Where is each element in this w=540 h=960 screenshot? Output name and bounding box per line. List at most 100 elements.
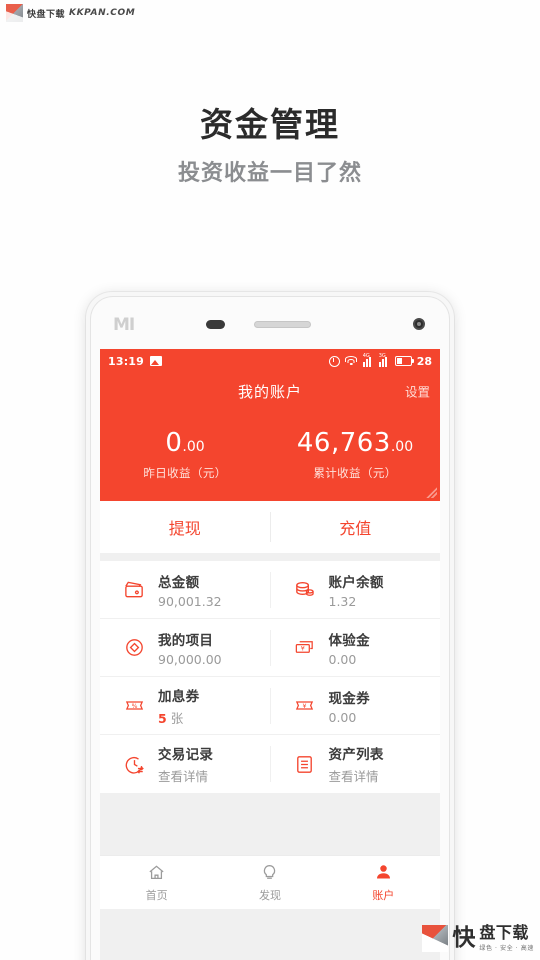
account-grid: 总金额 90,001.32 账户余额 1.32 我的项目 90,000.00 ¥… (100, 561, 440, 793)
watermark-pan-text: 盘下载 (479, 923, 529, 942)
total-amount-integer: 46,763 (296, 427, 391, 458)
grid-item-value: 0.00 (328, 709, 357, 725)
grid-item-title: 资产列表 (328, 747, 384, 763)
proximity-sensor-icon (413, 318, 425, 330)
watermark-en-text: KKPAN.COM (69, 8, 136, 18)
watermark-tagline: 绿色 · 安全 · 高速 (479, 945, 534, 952)
content-filler (100, 793, 440, 855)
coins-icon (293, 578, 317, 602)
grid-item-value: 0.00 (328, 651, 357, 667)
page-title: 资金管理 (200, 105, 340, 144)
grid-item-asset-list[interactable]: 资产列表 查看详情 (271, 743, 441, 785)
grid-item-value: 1.32 (328, 593, 357, 609)
watermark-top-left: 快盘下载 KKPAN.COM (6, 4, 135, 22)
settings-button[interactable]: 设置 (405, 382, 430, 401)
app-header: 我的账户 设置 (100, 373, 440, 409)
grid-item-transaction-records[interactable]: 交易记录 查看详情 (100, 743, 270, 785)
grid-item-value: 查看详情 (328, 769, 379, 784)
kkpan-logo-icon (6, 4, 23, 22)
resize-handle-icon (426, 487, 437, 498)
recharge-button[interactable]: 充值 (271, 515, 441, 539)
home-icon (147, 862, 166, 883)
grid-item-title: 我的项目 (158, 632, 214, 649)
grid-item-title: 账户余额 (328, 574, 384, 591)
battery-level-text: 28 (416, 354, 432, 368)
yesterday-amount-integer: 0 (165, 427, 183, 458)
balance-card-yesterday: 0.00 昨日收益（元） (100, 430, 270, 481)
grid-item-my-projects[interactable]: 我的项目 90,000.00 (100, 629, 270, 667)
grid-item-account-balance[interactable]: 账户余额 1.32 (271, 571, 441, 609)
status-time: 13:19 (108, 354, 145, 368)
grid-item-value: 90,001.32 (158, 593, 222, 609)
page-subtitle: 投资收益一目了然 (177, 161, 362, 186)
balance-panel: 0.00 昨日收益（元） 46,763.00 累计收益（元） (100, 409, 440, 501)
mi-logo-icon: MI (113, 315, 135, 335)
diamond-target-icon (122, 636, 146, 660)
grid-item-value: 90,000.00 (158, 651, 222, 667)
clock-history-icon (122, 752, 146, 776)
nav-item-discover[interactable]: 发现 (213, 862, 326, 903)
withdraw-button[interactable]: 提现 (100, 515, 270, 539)
image-icon (150, 356, 163, 366)
grid-item-value: 查看详情 (158, 769, 209, 784)
grid-item-title: 加息券 (158, 688, 200, 705)
nav-item-home[interactable]: 首页 (100, 862, 213, 903)
grid-item-interest-coupon[interactable]: % 加息券 5 张 (100, 685, 270, 727)
grid-item-experience-fund[interactable]: ¥ 体验金 0.00 (271, 629, 441, 667)
wifi-icon (345, 356, 358, 366)
yesterday-amount-decimal: .00 (182, 438, 205, 455)
nav-label: 首页 (145, 889, 168, 902)
percent-coupon-icon: % (122, 694, 146, 718)
signal-4g-icon: 4G (362, 352, 374, 367)
total-amount-decimal: .00 (390, 438, 414, 455)
yuan-voucher-icon: ¥ (293, 636, 317, 660)
signal-4g-label: 4G (362, 352, 370, 359)
battery-icon (394, 356, 414, 366)
signal-3g-icon: 3G (378, 352, 390, 367)
phone-mockup: MI 13:19 4G 3G 28 我的账户 设置 0.00 昨日收益（元） 4… (86, 292, 454, 960)
yesterday-amount-label: 昨日收益（元） (143, 465, 227, 480)
earpiece-speaker-icon (254, 321, 311, 328)
grid-item-value: 5 张 (158, 708, 199, 727)
grid-row: 我的项目 90,000.00 ¥ 体验金 0.00 (100, 619, 440, 677)
front-camera-icon (206, 320, 225, 329)
grid-item-total-amount[interactable]: 总金额 90,001.32 (100, 571, 270, 609)
grid-row: 总金额 90,001.32 账户余额 1.32 (100, 561, 440, 619)
balance-card-total: 46,763.00 累计收益（元） (270, 430, 440, 481)
grid-item-cash-coupon[interactable]: ¥ 现金券 0.00 (271, 687, 441, 725)
svg-text:%: % (131, 703, 137, 710)
phone-top-bezel: MI (91, 297, 449, 349)
wallet-icon (122, 578, 146, 602)
grid-item-title: 体验金 (328, 632, 370, 649)
bottom-nav: 首页 发现 账户 (100, 855, 440, 909)
coupon-count: 5 (158, 710, 167, 726)
section-gap (100, 553, 440, 561)
alarm-icon (328, 355, 340, 367)
nav-label: 账户 (372, 889, 395, 902)
coupon-unit: 张 (170, 710, 184, 726)
grid-item-title: 交易记录 (158, 747, 214, 763)
bulb-icon (260, 862, 279, 883)
watermark-kuai-text: 快 (452, 925, 476, 951)
promo-page: 快盘下载 KKPAN.COM 资金管理 投资收益一目了然 MI 13:19 4G… (0, 0, 540, 960)
watermark-bottom-right: 快 盘下载 绿色 · 安全 · 高速 (422, 925, 534, 952)
svg-text:¥: ¥ (301, 645, 305, 652)
app-header-title: 我的账户 (237, 382, 302, 401)
grid-item-title: 现金券 (328, 690, 370, 707)
total-amount-label: 累计收益（元） (313, 465, 397, 480)
nav-item-account[interactable]: 账户 (327, 862, 440, 903)
grid-item-title: 总金额 (158, 574, 200, 591)
list-document-icon (293, 752, 317, 776)
signal-3g-label: 3G (378, 352, 386, 359)
status-bar: 13:19 4G 3G 28 (100, 349, 440, 373)
kuaipan-logo-icon (422, 925, 449, 952)
action-bar: 提现 充值 (100, 501, 440, 553)
grid-row: 交易记录 查看详情 资产列表 查看详情 (100, 735, 440, 793)
yuan-coupon-icon: ¥ (293, 694, 317, 718)
nav-label: 发现 (258, 889, 281, 902)
phone-screen: 13:19 4G 3G 28 我的账户 设置 0.00 昨日收益（元） 46,7… (100, 349, 440, 960)
grid-row: % 加息券 5 张 ¥ 现金券 0.00 (100, 677, 440, 735)
person-icon (374, 862, 393, 883)
watermark-cn-text: 快盘下载 (27, 9, 66, 20)
svg-text:¥: ¥ (302, 703, 306, 710)
